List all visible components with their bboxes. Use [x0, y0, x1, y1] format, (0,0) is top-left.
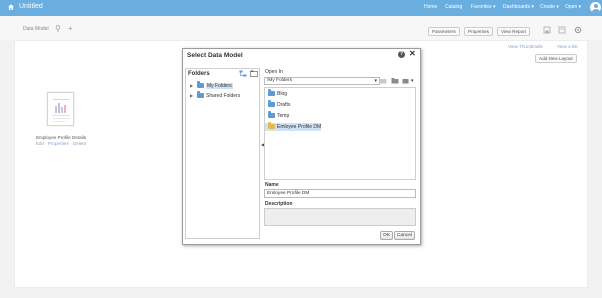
expand-arrow-icon[interactable]: ▶ [190, 82, 197, 89]
folder-icon [268, 100, 275, 107]
list-item-label: Drafts [277, 102, 291, 108]
ok-button[interactable]: OK [380, 231, 393, 240]
tree-item-my-folders[interactable]: ▶ My Folders [190, 81, 233, 89]
list-item-employee-profile-dm[interactable]: Emloyee Profile DM [265, 122, 322, 131]
chevron-down-icon: ▾ [374, 78, 377, 84]
chart-thumbnail-icon [53, 99, 70, 122]
open-in-select[interactable]: /My Folders ▾ [264, 77, 380, 85]
dialog-title: Select Data Model [187, 52, 243, 59]
data-model-icon [268, 122, 275, 129]
tree-item-shared-folders[interactable]: ▶ Shared Folders [190, 91, 241, 99]
list-item-drafts[interactable]: Drafts [268, 100, 291, 109]
name-label: Name [265, 182, 279, 188]
folder-tree-icon[interactable] [239, 70, 247, 77]
breadcrumb[interactable]: Data Model [23, 26, 49, 32]
app-title: Untitled [19, 3, 43, 10]
nav-catalog[interactable]: Catalog [445, 4, 462, 10]
list-item-label: Emloyee Profile DM [277, 124, 322, 130]
nav-create[interactable]: Create ▾ [540, 4, 559, 10]
user-avatar-icon[interactable] [590, 2, 601, 13]
save-icon[interactable] [543, 26, 551, 34]
report-title: Employee Profile Details [35, 135, 87, 140]
folder-icon [197, 81, 204, 88]
description-label: Description [265, 201, 293, 207]
open-in-value: /My Folders [267, 78, 293, 83]
add-icon[interactable]: + [68, 24, 73, 33]
tree-item-label: My Folders [206, 83, 233, 89]
top-bar: Untitled Home Catalog Favorites ▾ Dashbo… [0, 0, 602, 16]
folder-new-icon[interactable] [391, 78, 399, 84]
folders-label: Folders [188, 71, 210, 77]
save-as-icon[interactable] [558, 26, 566, 34]
list-item-temp[interactable]: Temp [268, 111, 290, 120]
parameters-button[interactable]: Parameters [428, 27, 460, 36]
open-in-label: Open In [265, 69, 283, 75]
view-dropdown-icon[interactable]: ▾ [411, 78, 414, 84]
nav-open[interactable]: Open ▾ [565, 4, 581, 10]
settings-gear-icon[interactable] [574, 26, 582, 34]
home-icon[interactable] [7, 3, 15, 11]
expand-arrow-icon[interactable]: ▶ [190, 92, 197, 99]
folder-icon [268, 89, 275, 96]
nav-dashboards[interactable]: Dashboards ▾ [503, 4, 534, 10]
new-folder-icon[interactable] [250, 70, 258, 77]
folder-icon [268, 111, 275, 118]
nav-favorites[interactable]: Favorites ▾ [471, 4, 495, 10]
view-options-icon[interactable] [402, 78, 410, 84]
up-folder-icon[interactable] [379, 78, 387, 84]
list-item-blog[interactable]: Blog [268, 89, 288, 98]
view-thumbnails-link[interactable]: View Thumbnails [508, 44, 543, 49]
report-actions[interactable]: Edit · Properties · Delete [34, 141, 88, 146]
add-new-layout-button[interactable]: Add New Layout [535, 54, 577, 63]
properties-button[interactable]: Properties [464, 27, 493, 36]
view-list-link[interactable]: View a list [557, 44, 578, 49]
list-item-label: Temp [277, 113, 290, 119]
nav-home[interactable]: Home [424, 4, 437, 10]
search-icon[interactable]: ⚲ [55, 24, 61, 33]
tree-item-label: Shared Folders [206, 93, 241, 99]
report-thumbnail[interactable] [47, 92, 74, 126]
name-field[interactable]: Emloyee Profile DM [264, 189, 416, 198]
folder-icon [197, 91, 204, 98]
close-icon[interactable]: ✕ [409, 50, 416, 58]
description-field[interactable] [264, 208, 416, 226]
view-report-button[interactable]: View Report [497, 27, 530, 36]
cancel-button[interactable]: Cancel [394, 231, 415, 240]
list-item-label: Blog [277, 91, 288, 97]
help-icon[interactable]: ? [398, 51, 405, 58]
